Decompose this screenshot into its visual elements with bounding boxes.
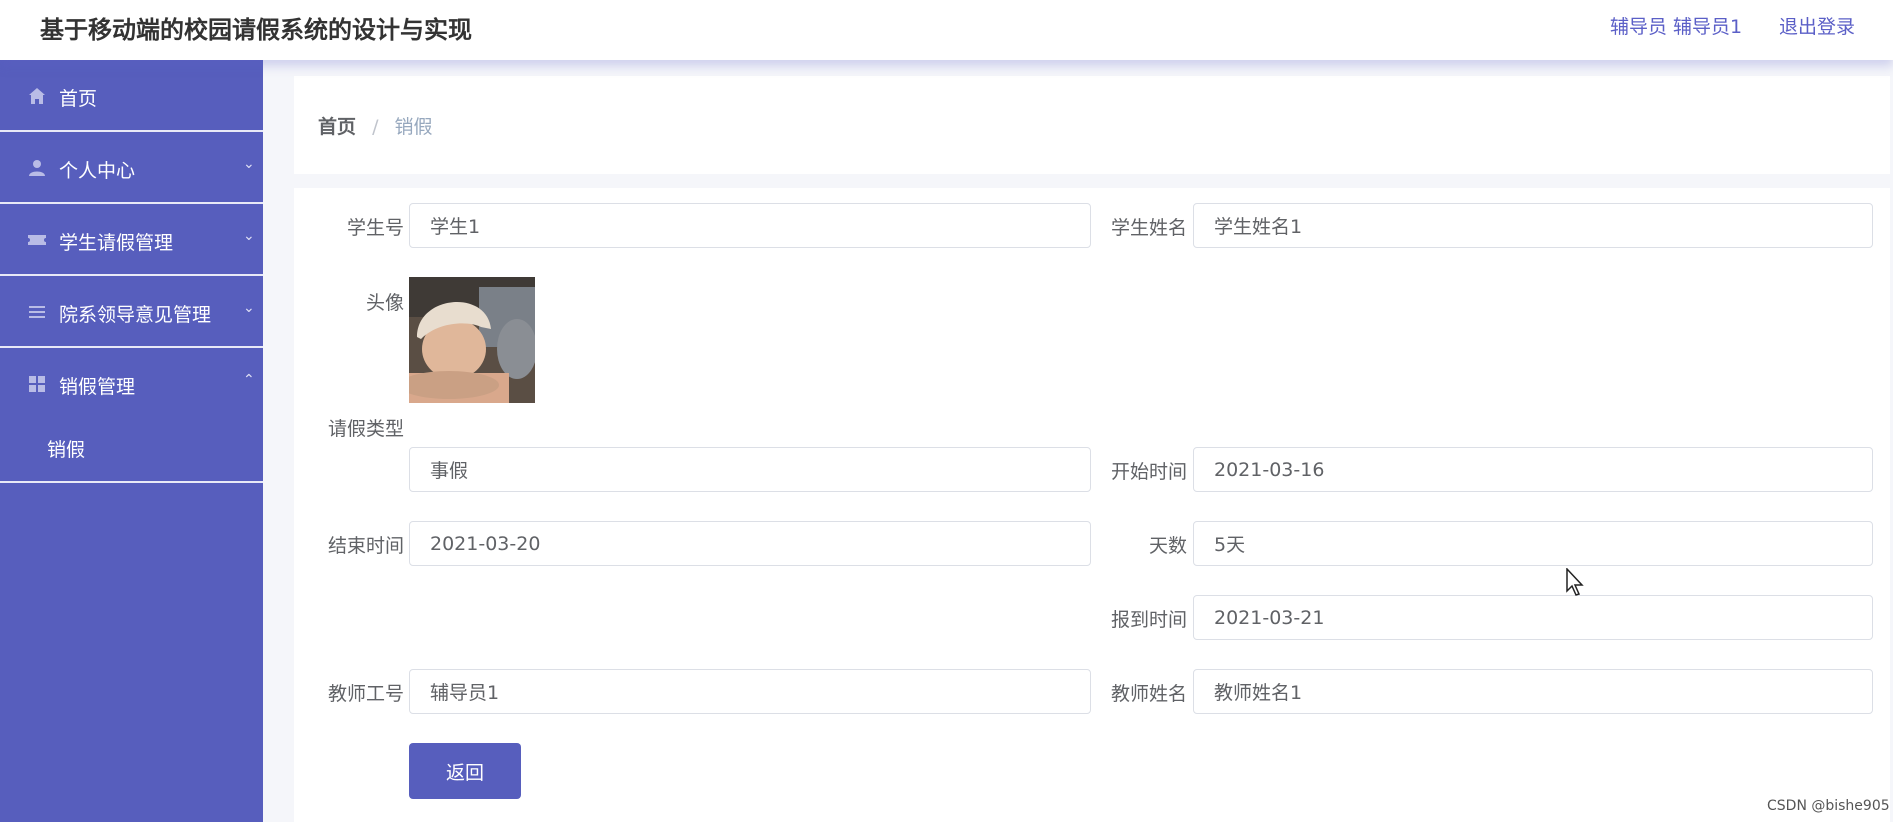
chevron-down-icon: ⌄ [243, 300, 255, 316]
sidebar-item-label: 个人中心 [59, 160, 136, 182]
top-header: 基于移动端的校园请假系统的设计与实现 辅导员 辅导员1 退出登录 [0, 0, 1893, 60]
sidebar: 首页 个人中心 ⌄ 学生请假管理 ⌄ 院系领导意见管理 ⌄ 销假管理 ⌃ 销假 [0, 60, 263, 822]
watermark: CSDN @bishe905 [1767, 798, 1890, 814]
sidebar-item-student-leave[interactable]: 学生请假管理 ⌄ [0, 204, 263, 276]
breadcrumb-separator: / [372, 116, 379, 138]
home-icon [29, 88, 45, 104]
student-name-label: 学生姓名 [1110, 217, 1187, 239]
teacher-name-field[interactable] [1193, 669, 1873, 714]
teacher-name-label: 教师姓名 [1110, 683, 1187, 705]
sidebar-item-label: 院系领导意见管理 [59, 304, 212, 326]
end-time-label: 结束时间 [327, 535, 404, 557]
breadcrumb-home[interactable]: 首页 [318, 116, 356, 138]
days-label: 天数 [1148, 535, 1187, 557]
list-icon [29, 306, 45, 318]
current-user: 辅导员 辅导员1 [1610, 16, 1743, 38]
teacher-id-label: 教师工号 [327, 683, 404, 705]
sidebar-item-home[interactable]: 首页 [0, 60, 263, 132]
sidebar-item-dept-opinion[interactable]: 院系领导意见管理 ⌄ [0, 276, 263, 348]
mouse-cursor-icon [1566, 568, 1584, 596]
user-icon [29, 160, 45, 176]
breadcrumb-card: 首页 / 销假 [294, 76, 1890, 174]
logout-link[interactable]: 退出登录 [1779, 12, 1855, 39]
grid-icon [29, 376, 45, 392]
sidebar-item-label: 首页 [59, 88, 98, 110]
submenu-item-label: 销假 [47, 439, 86, 461]
leave-type-label: 请假类型 [327, 418, 404, 440]
leave-detail-form: 学生号 学生姓名 头像 请假类型 开始时间 结束时间 天数 报到时间 教师工号 … [294, 188, 1890, 822]
chevron-down-icon: ⌄ [243, 228, 255, 244]
teacher-id-field[interactable] [409, 669, 1091, 714]
student-name-field[interactable] [1193, 203, 1873, 248]
report-time-label: 报到时间 [1110, 609, 1187, 631]
student-id-field[interactable] [409, 203, 1091, 248]
start-time-field[interactable] [1193, 447, 1873, 492]
sidebar-item-label: 学生请假管理 [59, 232, 174, 254]
breadcrumb: 首页 / 销假 [318, 112, 433, 139]
back-button[interactable]: 返回 [409, 743, 521, 799]
avatar-label: 头像 [365, 292, 404, 314]
chevron-down-icon: ⌄ [243, 156, 255, 172]
sidebar-item-personal-center[interactable]: 个人中心 ⌄ [0, 132, 263, 204]
divider [0, 481, 263, 483]
leave-type-field[interactable] [409, 447, 1091, 492]
report-time-field[interactable] [1193, 595, 1873, 640]
avatar-image [409, 277, 535, 403]
student-id-label: 学生号 [346, 217, 404, 239]
avatar [409, 277, 535, 403]
submenu-item-cancel-leave[interactable]: 销假 [0, 423, 263, 473]
start-time-label: 开始时间 [1110, 461, 1187, 483]
sidebar-item-label: 销假管理 [59, 376, 136, 398]
end-time-field[interactable] [409, 521, 1091, 566]
sidebar-item-cancel-leave[interactable]: 销假管理 ⌃ [0, 348, 263, 420]
days-field[interactable] [1193, 521, 1873, 566]
ticket-icon [28, 235, 46, 245]
chevron-up-icon: ⌃ [243, 372, 255, 388]
breadcrumb-current: 销假 [394, 116, 433, 138]
app-title: 基于移动端的校园请假系统的设计与实现 [40, 16, 472, 44]
